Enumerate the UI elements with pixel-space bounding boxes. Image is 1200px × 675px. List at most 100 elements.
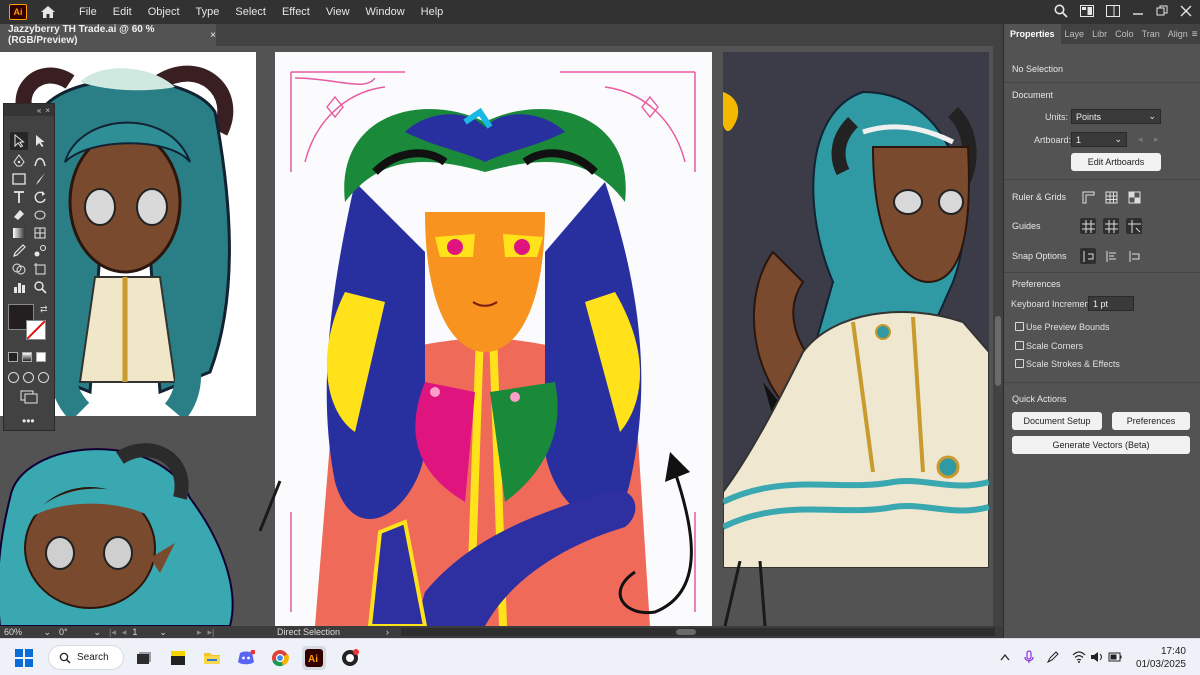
horizontal-scrollbar-thumb[interactable] <box>676 629 696 635</box>
prev-artboard-arrow-icon[interactable]: ◂ <box>1138 134 1143 145</box>
restore-icon[interactable] <box>1156 5 1168 20</box>
rotation-field[interactable]: 0° ⌄ <box>55 626 105 638</box>
file-explorer-icon[interactable] <box>200 646 224 670</box>
draw-behind-icon[interactable] <box>23 372 34 383</box>
pen-icon[interactable] <box>1046 650 1060 664</box>
home-icon[interactable] <box>39 3 57 21</box>
warp-tool[interactable] <box>31 206 49 224</box>
generate-vectors-button[interactable]: Generate Vectors (Beta) <box>1012 436 1190 454</box>
grid-icon[interactable] <box>1103 189 1119 205</box>
collapse-icon[interactable]: « <box>37 106 41 115</box>
paintbrush-tool[interactable] <box>31 170 49 188</box>
draw-inside-icon[interactable] <box>38 372 49 383</box>
menu-help[interactable]: Help <box>413 0 452 24</box>
shape-builder-tool[interactable] <box>10 260 28 278</box>
use-preview-bounds-checkbox[interactable] <box>1015 322 1024 331</box>
horizontal-scrollbar[interactable] <box>401 628 995 636</box>
tools-panel-header[interactable]: « × <box>4 104 54 116</box>
units-select[interactable]: Points ⌄ <box>1071 109 1161 124</box>
blend-tool[interactable] <box>31 242 49 260</box>
illustrator-taskbar-icon[interactable]: Ai <box>302 646 326 670</box>
menu-type[interactable]: Type <box>188 0 228 24</box>
eraser-tool[interactable] <box>10 206 28 224</box>
prev-artboard-icon[interactable]: ◂ <box>122 627 127 638</box>
battery-icon[interactable] <box>1108 650 1122 664</box>
smart-guides-icon[interactable] <box>1126 218 1142 234</box>
snap-to-point-icon[interactable] <box>1080 248 1096 264</box>
menu-window[interactable]: Window <box>358 0 413 24</box>
arrange-documents-icon[interactable] <box>1080 4 1094 20</box>
chevron-down-icon[interactable]: ⌄ <box>43 627 51 638</box>
close-panel-icon[interactable]: × <box>45 106 50 115</box>
discord-icon[interactable] <box>234 646 258 670</box>
next-artboard-arrow-icon[interactable]: ▸ <box>1154 134 1159 145</box>
rectangle-tool[interactable] <box>10 170 28 188</box>
draw-normal-icon[interactable] <box>8 372 19 383</box>
stroke-swatch[interactable] <box>26 320 46 340</box>
swap-colors-icon[interactable]: ⇄ <box>40 304 48 315</box>
color-mode-icon[interactable] <box>8 352 18 362</box>
first-artboard-icon[interactable]: |◂ <box>109 627 116 638</box>
menu-effect[interactable]: Effect <box>274 0 318 24</box>
snap-to-pixel-icon[interactable] <box>1103 248 1119 264</box>
gradient-tool[interactable] <box>10 224 28 242</box>
sticky-notes-icon[interactable] <box>166 646 190 670</box>
microphone-icon[interactable] <box>1022 650 1036 664</box>
tab-transform[interactable]: Tran <box>1138 24 1164 44</box>
chrome-icon[interactable] <box>268 646 292 670</box>
edit-artboards-button[interactable]: Edit Artboards <box>1071 153 1161 171</box>
lock-guides-icon[interactable] <box>1103 218 1119 234</box>
zoom-tool[interactable] <box>31 278 49 296</box>
close-window-icon[interactable] <box>1180 5 1192 20</box>
menu-select[interactable]: Select <box>227 0 274 24</box>
taskbar-search[interactable]: Search <box>48 645 124 670</box>
chevron-down-icon[interactable]: ⌄ <box>159 627 167 638</box>
workspace-switcher-icon[interactable] <box>1106 4 1120 20</box>
show-guides-icon[interactable] <box>1080 218 1096 234</box>
document-tab[interactable]: Jazzyberry TH Trade.ai @ 60 % (RGB/Previ… <box>0 24 216 46</box>
show-hidden-icons[interactable] <box>998 650 1012 664</box>
snap-to-glyph-icon[interactable] <box>1126 248 1142 264</box>
eyedropper-tool[interactable] <box>10 242 28 260</box>
menu-file[interactable]: File <box>71 0 105 24</box>
edit-toolbar-icon[interactable]: ••• <box>22 414 35 428</box>
last-artboard-icon[interactable]: ▸| <box>208 627 215 638</box>
minimize-icon[interactable] <box>1132 5 1144 20</box>
chevron-down-icon[interactable]: ⌄ <box>93 627 101 638</box>
menu-object[interactable]: Object <box>140 0 188 24</box>
windows-start-icon[interactable] <box>12 646 36 670</box>
transparency-grid-icon[interactable] <box>1126 189 1142 205</box>
selection-tool[interactable] <box>10 132 28 150</box>
preferences-button[interactable]: Preferences <box>1112 412 1190 430</box>
app-icon-notification[interactable] <box>338 646 362 670</box>
curvature-tool[interactable] <box>31 152 49 170</box>
close-tab-icon[interactable]: × <box>210 30 216 41</box>
keyboard-increment-input[interactable]: 1 pt <box>1088 296 1134 311</box>
next-artboard-icon[interactable]: ▸ <box>197 627 202 638</box>
rotate-tool[interactable] <box>31 188 49 206</box>
type-tool[interactable] <box>10 188 28 206</box>
scale-strokes-checkbox[interactable] <box>1015 359 1024 368</box>
tab-align[interactable]: Align <box>1164 24 1192 44</box>
search-icon[interactable] <box>1054 4 1068 21</box>
scrollbar-thumb[interactable] <box>995 316 1001 386</box>
tab-layers[interactable]: Laye <box>1061 24 1089 44</box>
zoom-field[interactable]: 60% ⌄ <box>0 626 55 638</box>
screen-mode-icon[interactable] <box>20 390 38 407</box>
tab-libraries[interactable]: Libr <box>1088 24 1111 44</box>
none-mode-icon[interactable] <box>36 352 46 362</box>
artboard-tool[interactable] <box>31 260 49 278</box>
pen-tool[interactable] <box>10 152 28 170</box>
chevron-right-icon[interactable]: › <box>386 627 389 637</box>
panel-menu-icon[interactable]: ≡ <box>1192 29 1198 40</box>
vertical-scrollbar[interactable] <box>993 46 1003 626</box>
gradient-mode-icon[interactable] <box>22 352 32 362</box>
taskbar-clock[interactable]: 17:40 01/03/2025 <box>1136 645 1186 671</box>
task-view-icon[interactable] <box>132 646 156 670</box>
artboard-number[interactable]: 1 <box>132 627 137 637</box>
graph-tool[interactable] <box>10 278 28 296</box>
canvas[interactable] <box>0 46 993 626</box>
tab-color[interactable]: Colo <box>1111 24 1138 44</box>
document-setup-button[interactable]: Document Setup <box>1012 412 1102 430</box>
status-tool-field[interactable]: Direct Selection › <box>273 626 393 638</box>
